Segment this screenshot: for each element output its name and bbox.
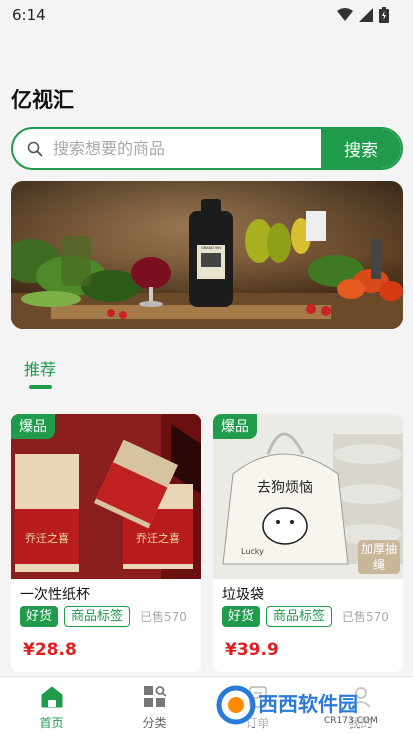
bottle-label-text: GRAND VIN (201, 246, 221, 250)
watermark-logo: 西西软件园 CR173.COM (214, 683, 399, 727)
tag-good: 好货 (222, 606, 261, 627)
signal-icon (359, 8, 373, 22)
nav-label-category: 分类 (142, 716, 167, 730)
product-image-text: 去狗烦恼 (257, 480, 313, 496)
watermark-site: CR173.COM (324, 716, 378, 726)
tab-underline (29, 385, 52, 389)
nav-item-home[interactable]: 首页 (0, 677, 103, 734)
tag-row: 好货 商品标签 已售570 (20, 606, 187, 627)
sold-count: 已售570 (342, 610, 389, 624)
home-icon (41, 686, 62, 708)
status-icons (337, 7, 389, 23)
hot-badge: 爆品 (11, 414, 55, 439)
battery-icon (379, 7, 389, 23)
status-bar: 6:14 (0, 0, 413, 30)
product-card[interactable]: 乔迁之喜 乔迁之喜 爆品 一次性纸杯 好货 商品标签 已售570 ¥28.8 (11, 414, 201, 672)
nav-item-category[interactable]: 分类 (103, 677, 206, 734)
product-image: 去狗烦恼 Lucky 加厚抽绳 爆品 (213, 414, 403, 579)
category-icon (143, 686, 167, 707)
tab-recommend[interactable]: 推荐 (24, 356, 56, 380)
search-icon (17, 141, 53, 157)
banner-carousel[interactable]: GRAND VIN (11, 181, 403, 329)
tag-row: 好货 商品标签 已售570 (222, 606, 389, 627)
wifi-icon (337, 8, 353, 21)
product-card[interactable]: 去狗烦恼 Lucky 加厚抽绳 爆品 垃圾袋 好货 商品标签 已售570 ¥39… (213, 414, 403, 672)
product-image-text: 乔迁之喜 (25, 531, 69, 545)
status-time: 6:14 (12, 6, 46, 24)
svg-text:乔迁之喜: 乔迁之喜 (136, 531, 180, 545)
product-price: ¥39.9 (225, 640, 279, 660)
nav-label-home: 首页 (39, 716, 64, 730)
tag-label: 商品标签 (266, 606, 333, 627)
banner-image: GRAND VIN (11, 181, 403, 329)
watermark-brand: 西西软件园 (258, 692, 358, 716)
product-corner-label: 加厚抽绳 (360, 542, 397, 572)
product-name: 垃圾袋 (222, 587, 264, 603)
tag-label: 商品标签 (64, 606, 131, 627)
sold-count: 已售570 (140, 610, 187, 624)
product-image: 乔迁之喜 乔迁之喜 爆品 (11, 414, 201, 579)
search-input[interactable] (53, 129, 321, 168)
hot-badge: 爆品 (213, 414, 257, 439)
product-price: ¥28.8 (23, 640, 77, 660)
product-image-subtext: Lucky (241, 547, 264, 556)
app-title: 亿视汇 (11, 88, 74, 112)
product-name: 一次性纸杯 (20, 587, 90, 603)
search-button[interactable]: 搜索 (321, 129, 401, 168)
search-bar: 搜索 (11, 127, 403, 170)
tag-good: 好货 (20, 606, 59, 627)
